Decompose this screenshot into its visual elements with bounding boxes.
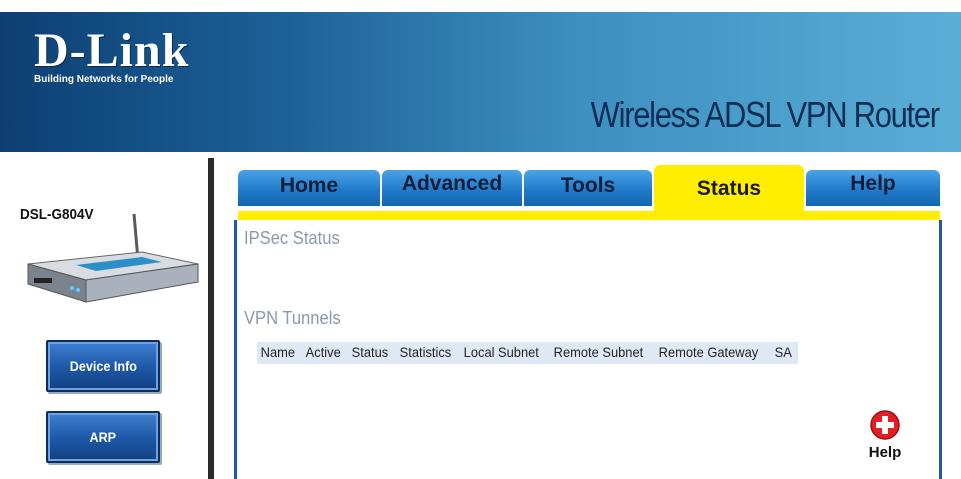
vpn-tunnels-title: VPN Tunnels <box>244 308 341 328</box>
brand-name: D-Link <box>34 24 190 77</box>
column-header-name: Name <box>260 344 296 360</box>
ipsec-status-title: IPSec Status <box>244 228 340 248</box>
tab-status[interactable]: Status <box>654 165 804 211</box>
brand-tagline: Building Networks for People <box>34 74 174 85</box>
product-title: Wireless ADSL VPN Router <box>590 94 940 135</box>
column-header-status: Status <box>352 344 389 360</box>
tab-underline <box>238 211 940 220</box>
header-banner: D-Link Building Networks for People Wire… <box>0 12 961 152</box>
column-header-statistics: Statistics <box>399 344 452 360</box>
column-header-remote-subnet: Remote Subnet <box>553 344 644 360</box>
help-link[interactable]: Help <box>865 410 905 470</box>
column-header-local-subnet: Local Subnet <box>463 344 540 360</box>
dlink-logo[interactable]: D-Link Building Networks for People <box>34 24 190 86</box>
column-header-sa: SA <box>775 344 793 360</box>
main-tabs: Home Advanced Tools Status Help <box>234 165 942 220</box>
help-link-label: Help <box>868 444 902 461</box>
device-info-button-label: Device Info <box>69 358 137 374</box>
plus-in-red-circle-icon <box>870 410 900 440</box>
column-header-active: Active <box>306 344 342 360</box>
content-panel: IPSec Status VPN Tunnels Name Active Sta… <box>234 220 942 479</box>
vpn-table-header: Name Active Status Statistics Local Subn… <box>257 342 799 364</box>
sidebar-divider <box>208 158 214 479</box>
tab-tools[interactable]: Tools <box>524 170 652 206</box>
sidebar: DSL-G804V Device Info ARP <box>0 152 208 479</box>
tab-home[interactable]: Home <box>238 170 380 206</box>
device-info-button[interactable]: Device Info <box>46 340 160 392</box>
arp-button[interactable]: ARP <box>46 411 160 463</box>
column-header-remote-gateway: Remote Gateway <box>658 344 759 360</box>
tab-help[interactable]: Help <box>806 170 940 206</box>
arp-button-label: ARP <box>89 429 117 445</box>
tab-advanced[interactable]: Advanced <box>382 170 522 206</box>
router-device-image <box>27 213 199 303</box>
